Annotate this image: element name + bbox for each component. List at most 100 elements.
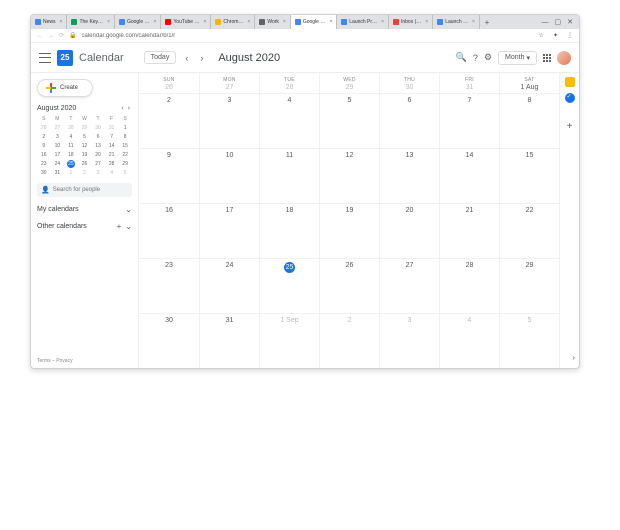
mini-day[interactable]: 17 [51, 150, 65, 159]
view-switcher[interactable]: Month▾ [498, 51, 537, 65]
google-apps-icon[interactable] [543, 54, 551, 62]
star-icon[interactable]: ☆ [539, 32, 544, 39]
back-icon[interactable]: ← [37, 33, 43, 39]
terms-link[interactable]: Terms [37, 358, 51, 364]
month-cell[interactable]: 20 [379, 203, 439, 258]
mini-day[interactable]: 10 [51, 141, 65, 150]
prev-period-icon[interactable]: ‹ [182, 53, 191, 63]
mini-day[interactable]: 1 [118, 123, 132, 132]
month-cell[interactable]: 24 [199, 258, 259, 313]
month-cell[interactable]: 21 [439, 203, 499, 258]
mini-day[interactable]: 30 [91, 123, 105, 132]
month-cell[interactable]: 19 [319, 203, 379, 258]
month-cell[interactable]: 5 [319, 93, 379, 148]
mini-day[interactable]: 27 [91, 159, 105, 168]
month-cell[interactable]: 28 [439, 258, 499, 313]
mini-day[interactable]: 25 [64, 159, 78, 168]
close-icon[interactable]: ✕ [567, 18, 573, 26]
create-button[interactable]: Create [37, 79, 93, 97]
main-menu-icon[interactable] [39, 53, 51, 63]
mini-day[interactable]: 31 [105, 123, 119, 132]
browser-tab[interactable]: Inbox (…× [389, 15, 433, 29]
mini-day[interactable]: 19 [78, 150, 92, 159]
month-cell[interactable]: 2 [139, 93, 199, 148]
tab-close-icon[interactable]: × [472, 19, 475, 25]
mini-day[interactable]: 9 [37, 141, 51, 150]
menu-icon[interactable]: ⋮ [567, 32, 573, 39]
reload-icon[interactable]: ⟳ [59, 32, 64, 39]
gear-icon[interactable]: ⚙ [484, 52, 492, 63]
day-header-cell[interactable]: WED29 [319, 73, 379, 93]
month-cell[interactable]: 15 [499, 148, 559, 203]
month-cell[interactable]: 6 [379, 93, 439, 148]
maximize-icon[interactable]: ▢ [555, 18, 562, 26]
mini-day[interactable]: 21 [105, 150, 119, 159]
month-cell[interactable]: 2 [319, 313, 379, 368]
new-tab-button[interactable]: + [480, 15, 494, 29]
mini-day[interactable]: 26 [37, 123, 51, 132]
day-header-cell[interactable]: THU30 [379, 73, 439, 93]
month-cell[interactable]: 8 [499, 93, 559, 148]
show-side-panel-icon[interactable]: › [572, 353, 575, 362]
help-icon[interactable]: ? [473, 53, 478, 63]
month-cell[interactable]: 16 [139, 203, 199, 258]
browser-tab[interactable]: Google …× [115, 15, 161, 29]
day-header-cell[interactable]: MON27 [199, 73, 259, 93]
account-avatar[interactable] [557, 51, 571, 65]
search-icon[interactable]: 🔍 [456, 52, 467, 63]
mini-day[interactable]: 27 [51, 123, 65, 132]
month-cell[interactable]: 9 [139, 148, 199, 203]
browser-tab[interactable]: Launch …× [433, 15, 480, 29]
mini-day[interactable]: 18 [64, 150, 78, 159]
mini-day[interactable]: 4 [64, 132, 78, 141]
mini-day[interactable]: 4 [105, 168, 119, 177]
month-cell[interactable]: 11 [259, 148, 319, 203]
tab-close-icon[interactable]: × [425, 19, 428, 25]
mini-day[interactable]: 15 [118, 141, 132, 150]
day-header-cell[interactable]: SAT1 Aug [499, 73, 559, 93]
mini-day[interactable]: 11 [64, 141, 78, 150]
tab-close-icon[interactable]: × [107, 19, 110, 25]
minimize-icon[interactable]: — [542, 19, 549, 26]
mini-day[interactable]: 20 [91, 150, 105, 159]
mini-day[interactable]: 23 [37, 159, 51, 168]
mini-day[interactable]: 14 [105, 141, 119, 150]
mini-day[interactable]: 3 [91, 168, 105, 177]
url-text[interactable]: calendar.google.com/calendar/b/1/r [82, 33, 530, 39]
month-cell[interactable]: 1 Sep [259, 313, 319, 368]
month-cell[interactable]: 31 [199, 313, 259, 368]
mini-day[interactable]: 2 [37, 132, 51, 141]
browser-tab[interactable]: Work× [255, 15, 291, 29]
tab-close-icon[interactable]: × [154, 19, 157, 25]
mini-day[interactable]: 7 [105, 132, 119, 141]
mini-day[interactable]: 5 [78, 132, 92, 141]
mini-prev-icon[interactable]: ‹ [119, 105, 125, 112]
mini-day[interactable]: 29 [78, 123, 92, 132]
forward-icon[interactable]: → [48, 33, 54, 39]
month-cell[interactable]: 30 [139, 313, 199, 368]
month-cell[interactable]: 22 [499, 203, 559, 258]
month-cell[interactable]: 4 [259, 93, 319, 148]
tasks-icon[interactable] [565, 93, 575, 103]
mini-day[interactable]: 6 [91, 132, 105, 141]
mini-calendar[interactable]: SMTWTFS 26272829303112345678910111213141… [37, 114, 132, 177]
day-header-cell[interactable]: SUN26 [139, 73, 199, 93]
search-people-input[interactable]: 👤 Search for people [37, 183, 132, 197]
browser-tab[interactable]: The Key…× [67, 15, 115, 29]
mini-day[interactable]: 16 [37, 150, 51, 159]
browser-tab[interactable]: News× [31, 15, 67, 29]
tab-close-icon[interactable]: × [247, 19, 250, 25]
mini-day[interactable]: 31 [51, 168, 65, 177]
tab-close-icon[interactable]: × [329, 19, 332, 25]
today-button[interactable]: Today [144, 51, 177, 64]
month-cell[interactable]: 10 [199, 148, 259, 203]
month-cell[interactable]: 12 [319, 148, 379, 203]
mini-day[interactable]: 1 [64, 168, 78, 177]
month-cell[interactable]: 3 [379, 313, 439, 368]
day-header-cell[interactable]: TUE28 [259, 73, 319, 93]
mini-day[interactable]: 26 [78, 159, 92, 168]
browser-tab[interactable]: Launch Pr…× [337, 15, 389, 29]
mini-day[interactable]: 28 [64, 123, 78, 132]
browser-tab[interactable]: Google …× [291, 15, 337, 29]
month-grid[interactable]: 2345678910111213141516171819202122232425… [139, 93, 559, 368]
